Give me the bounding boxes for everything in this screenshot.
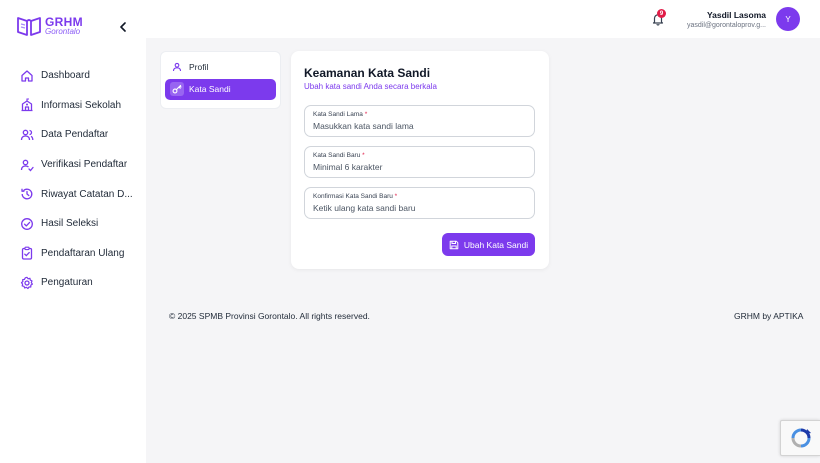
users-icon	[20, 129, 34, 141]
user-email: yasdil@gorontaloprov.g...	[687, 22, 766, 29]
top-bar: 9 Yasdil Lasoma yasdil@gorontaloprov.g..…	[146, 0, 820, 38]
field-label: Kata Sandi Lama *	[313, 111, 368, 118]
sidebar-item-label: Pengaturan	[41, 277, 93, 289]
sidebar-item-pengaturan[interactable]: Pengaturan	[0, 268, 146, 298]
card-title: Keamanan Kata Sandi	[304, 66, 431, 80]
brand-subtitle: Gorontalo	[45, 27, 81, 36]
change-password-button[interactable]: Ubah Kata Sandi	[442, 233, 535, 256]
user-menu[interactable]: Yasdil Lasoma yasdil@gorontaloprov.g...	[687, 10, 766, 31]
user-check-icon	[20, 159, 34, 172]
sidebar-item-label: Verifikasi Pendaftar	[41, 159, 128, 171]
sidebar-item-informasi-sekolah[interactable]: Informasi Sekolah	[0, 91, 146, 121]
old-password-input[interactable]	[313, 121, 526, 131]
user-name: Yasdil Lasoma	[706, 10, 766, 20]
card-subtitle: Ubah kata sandi Anda secara berkala	[304, 82, 437, 91]
field-label: Kata Sandi Baru *	[313, 152, 365, 159]
required-mark: *	[394, 193, 398, 200]
sidebar-item-label: Riwayat Catatan D...	[41, 188, 133, 200]
sidebar-item-label: Hasil Seleksi	[41, 218, 99, 230]
footer-credit: GRHM by APTIKA	[734, 311, 804, 321]
tab-profil[interactable]: Profil	[165, 56, 276, 77]
recaptcha-icon	[791, 428, 811, 448]
sidebar-item-verifikasi-pendaftar[interactable]: Verifikasi Pendaftar	[0, 150, 146, 180]
change-password-label: Ubah Kata Sandi	[463, 239, 529, 250]
new-password-field[interactable]: Kata Sandi Baru *	[304, 146, 535, 178]
recaptcha-badge[interactable]	[780, 420, 820, 456]
required-mark: *	[362, 152, 365, 159]
sidebar: GRHM Gorontalo Dashboard Informasi Sekol…	[0, 0, 146, 463]
tab-label: Profil	[189, 61, 209, 72]
sidebar-item-data-pendaftar[interactable]: Data Pendaftar	[0, 120, 146, 150]
sidebar-item-pendaftaran-ulang[interactable]: Pendaftaran Ulang	[0, 239, 146, 269]
sidebar-item-hasil-seleksi[interactable]: Hasil Seleksi	[0, 209, 146, 239]
avatar[interactable]: Y	[776, 7, 800, 31]
new-password-input[interactable]	[313, 162, 526, 172]
required-mark: *	[364, 111, 368, 118]
chevron-left-icon	[120, 22, 126, 32]
sidebar-nav: Dashboard Informasi Sekolah Data Pendaft…	[0, 61, 146, 298]
home-icon	[21, 70, 33, 82]
brand-logo[interactable]: GRHM Gorontalo	[16, 14, 83, 38]
confirm-password-input[interactable]	[313, 203, 526, 213]
footer-copyright: © 2025 SPMB Provinsi Gorontalo. All righ…	[169, 311, 370, 321]
old-password-field[interactable]: Kata Sandi Lama *	[304, 105, 535, 137]
history-icon	[21, 188, 33, 200]
clipboard-check-icon	[21, 247, 33, 261]
sidebar-item-riwayat-catatan[interactable]: Riwayat Catatan D...	[0, 179, 146, 209]
tab-icon-container	[170, 60, 184, 74]
book-logo-icon	[17, 17, 41, 36]
sidebar-item-label: Dashboard	[41, 70, 90, 82]
sidebar-item-label: Data Pendaftar	[41, 129, 109, 141]
sidebar-item-dashboard[interactable]: Dashboard	[0, 61, 146, 91]
notification-badge: 9	[657, 9, 666, 18]
confirm-password-field[interactable]: Konfirmasi Kata Sandi Baru *	[304, 187, 535, 219]
user-icon	[172, 62, 182, 71]
sidebar-collapse-button[interactable]	[117, 19, 129, 35]
tab-icon-container	[170, 82, 184, 96]
check-circle-icon	[21, 217, 33, 230]
field-label: Konfirmasi Kata Sandi Baru *	[313, 193, 398, 200]
sidebar-item-label: Informasi Sekolah	[41, 99, 122, 111]
password-security-card: Keamanan Kata Sandi Ubah kata sandi Anda…	[291, 51, 549, 269]
gear-icon	[20, 276, 33, 290]
tab-label: Kata Sandi	[189, 84, 231, 94]
settings-tabs: Profil Kata Sandi	[160, 51, 281, 109]
school-icon	[21, 98, 33, 112]
key-icon	[172, 84, 182, 94]
tab-kata-sandi[interactable]: Kata Sandi	[165, 78, 276, 100]
sidebar-item-label: Pendaftaran Ulang	[41, 247, 125, 259]
save-icon	[449, 240, 459, 249]
